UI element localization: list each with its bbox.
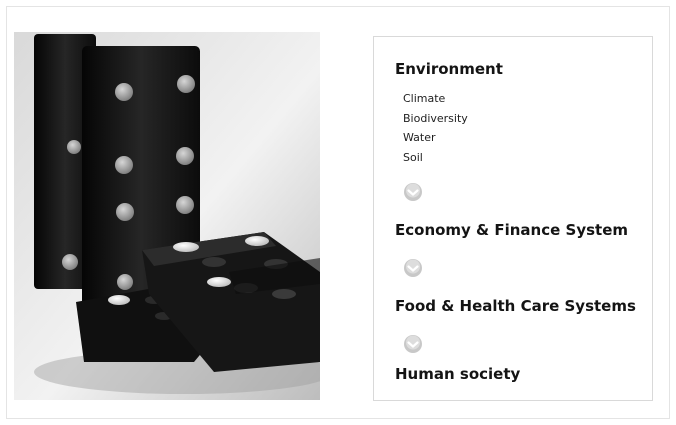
subitem-soil[interactable]: Soil (403, 148, 468, 168)
category-heading-environment[interactable]: Environment (395, 60, 503, 78)
dominoes-photo (14, 32, 320, 400)
environment-subitems: Climate Biodiversity Water Soil (403, 89, 468, 167)
chevron-down-icon[interactable] (402, 257, 424, 279)
subitem-water[interactable]: Water (403, 128, 468, 148)
category-heading-economy-finance[interactable]: Economy & Finance System (395, 221, 628, 239)
categories-panel: Environment Climate Biodiversity Water S… (373, 36, 653, 401)
category-heading-food-health[interactable]: Food & Health Care Systems (395, 297, 636, 315)
subitem-climate[interactable]: Climate (403, 89, 468, 109)
subitem-biodiversity[interactable]: Biodiversity (403, 109, 468, 129)
category-heading-human-society[interactable]: Human society (395, 365, 520, 383)
chevron-down-icon[interactable] (402, 333, 424, 355)
chevron-down-icon[interactable] (402, 181, 424, 203)
